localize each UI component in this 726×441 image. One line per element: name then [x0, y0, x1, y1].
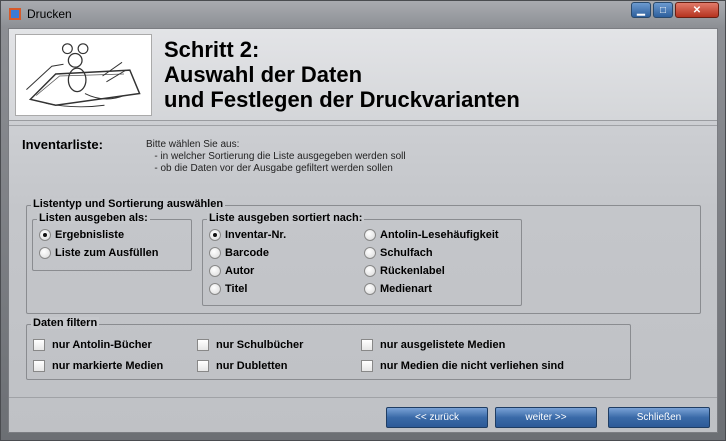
- list-type-group: Listentyp und Sortierung auswählen Liste…: [26, 198, 701, 314]
- radio-indicator: [209, 229, 221, 241]
- radio-label: Ergebnisliste: [55, 229, 125, 241]
- radio-label: Titel: [225, 283, 248, 295]
- checkbox-indicator: [197, 360, 209, 372]
- check-schulbuecher[interactable]: nur Schulbücher: [197, 339, 303, 351]
- step-title-line-2: Auswahl der Daten: [164, 62, 363, 87]
- header-divider: [9, 125, 717, 126]
- step-title: Schritt 2: Auswahl der Daten und Festleg…: [164, 37, 520, 112]
- radio-indicator: [364, 265, 376, 277]
- radio-label: Barcode: [225, 247, 270, 259]
- radio-inventar-nr[interactable]: Inventar-Nr.: [209, 229, 286, 241]
- close-button[interactable]: Schließen: [608, 407, 710, 428]
- step-title-line-3: und Festlegen der Druckvarianten: [164, 87, 520, 112]
- radio-liste-zum-ausfuellen[interactable]: Liste zum Ausfüllen: [39, 247, 159, 259]
- radio-label: Schulfach: [380, 247, 433, 259]
- wizard-logo: [15, 34, 152, 116]
- radio-indicator: [209, 265, 221, 277]
- sort-order-group: Liste ausgeben sortiert nach: Inventar-N…: [202, 212, 522, 306]
- radio-label: Inventar-Nr.: [225, 229, 287, 241]
- radio-ergebnisliste[interactable]: Ergebnisliste: [39, 229, 124, 241]
- back-button[interactable]: << zurück: [386, 407, 488, 428]
- window-title: Drucken: [27, 7, 72, 21]
- sort-order-legend: Liste ausgeben sortiert nach:: [207, 212, 365, 224]
- checkbox-label: nur Schulbücher: [216, 339, 304, 351]
- checkbox-label: nur Medien die nicht verliehen sind: [380, 360, 564, 372]
- checkbox-label: nur Dubletten: [216, 360, 288, 372]
- inventory-label: Inventarliste:: [22, 137, 103, 152]
- inventory-desc-line-1: Bitte wählen Sie aus:: [146, 139, 240, 150]
- radio-indicator: [39, 247, 51, 259]
- output-type-legend: Listen ausgeben als:: [37, 212, 150, 224]
- dialog-content: Schritt 2: Auswahl der Daten und Festleg…: [8, 28, 718, 433]
- radio-label: Antolin-Lesehäufigkeit: [380, 229, 499, 241]
- radio-rueckenlabel[interactable]: Rückenlabel: [364, 265, 445, 277]
- radio-label: Rückenlabel: [380, 265, 445, 277]
- radio-titel[interactable]: Titel: [209, 283, 247, 295]
- check-dubletten[interactable]: nur Dubletten: [197, 360, 288, 372]
- next-button[interactable]: weiter >>: [495, 407, 597, 428]
- checkbox-label: nur ausgelistete Medien: [380, 339, 506, 351]
- radio-indicator: [39, 229, 51, 241]
- radio-medienart[interactable]: Medienart: [364, 283, 432, 295]
- maximize-icon[interactable]: □: [653, 2, 673, 18]
- checkbox-indicator: [361, 360, 373, 372]
- checkbox-label: nur Antolin-Bücher: [52, 339, 152, 351]
- checkbox-indicator: [361, 339, 373, 351]
- window-controls: ▁ □ ✕: [631, 2, 719, 18]
- inventory-desc-line-2: - in welcher Sortierung die Liste ausgeg…: [146, 151, 406, 162]
- output-type-group: Listen ausgeben als: Ergebnisliste Liste…: [32, 212, 192, 271]
- radio-label: Autor: [225, 265, 255, 277]
- inventory-description: Bitte wählen Sie aus: - in welcher Sorti…: [146, 139, 406, 175]
- radio-label: Medienart: [380, 283, 432, 295]
- filter-group: Daten filtern nur Antolin-Bücher nur mar…: [26, 317, 631, 380]
- check-antolin-buecher[interactable]: nur Antolin-Bücher: [33, 339, 152, 351]
- radio-label: Liste zum Ausfüllen: [55, 247, 159, 259]
- check-nicht-verliehen[interactable]: nur Medien die nicht verliehen sind: [361, 360, 564, 372]
- radio-barcode[interactable]: Barcode: [209, 247, 269, 259]
- radio-antolin-lesehaeufigkeit[interactable]: Antolin-Lesehäufigkeit: [364, 229, 499, 241]
- check-ausgelistete-medien[interactable]: nur ausgelistete Medien: [361, 339, 505, 351]
- checkbox-indicator: [197, 339, 209, 351]
- list-type-legend: Listentyp und Sortierung auswählen: [31, 198, 226, 210]
- filter-legend: Daten filtern: [31, 317, 100, 329]
- radio-indicator: [364, 283, 376, 295]
- title-bar[interactable]: Drucken ▁ □ ✕: [1, 1, 725, 27]
- close-icon[interactable]: ✕: [675, 2, 719, 18]
- checkbox-indicator: [33, 360, 45, 372]
- radio-indicator: [364, 229, 376, 241]
- step-title-line-1: Schritt 2:: [164, 37, 260, 62]
- footer-divider: [9, 397, 717, 398]
- checkbox-indicator: [33, 339, 45, 351]
- radio-indicator: [209, 247, 221, 259]
- print-dialog-window: Drucken ▁ □ ✕ Schritt 2: Auswahl der Dat…: [0, 0, 726, 441]
- checkbox-label: nur markierte Medien: [52, 360, 164, 372]
- radio-autor[interactable]: Autor: [209, 265, 254, 277]
- inventory-desc-line-3: - ob die Daten vor der Ausgabe gefiltert…: [146, 163, 393, 174]
- minimize-icon[interactable]: ▁: [631, 2, 651, 18]
- app-icon: [9, 8, 21, 20]
- radio-schulfach[interactable]: Schulfach: [364, 247, 433, 259]
- radio-indicator: [364, 247, 376, 259]
- radio-indicator: [209, 283, 221, 295]
- check-markierte-medien[interactable]: nur markierte Medien: [33, 360, 163, 372]
- wizard-header: Schritt 2: Auswahl der Daten und Festleg…: [9, 29, 717, 121]
